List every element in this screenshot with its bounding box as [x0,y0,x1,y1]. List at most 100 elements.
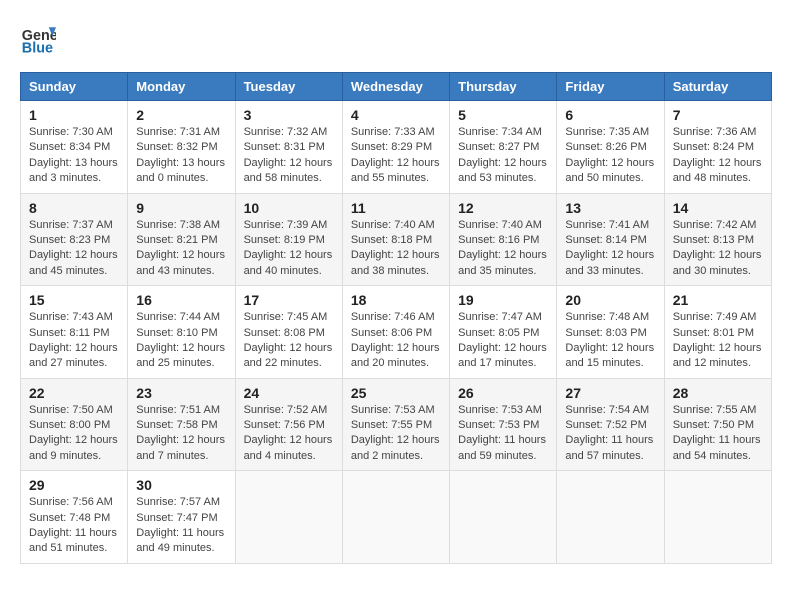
sunset-text: Sunset: 7:55 PM [351,418,441,433]
day-number: 25 [351,385,441,401]
sunset-text: Sunset: 8:24 PM [673,140,763,155]
calendar-table: SundayMondayTuesdayWednesdayThursdayFrid… [20,72,772,564]
calendar-day-cell: 1 Sunrise: 7:30 AMSunset: 8:34 PMDaylight… [21,101,128,194]
sunset-text: Sunset: 8:16 PM [458,233,548,248]
sunrise-text: Sunrise: 7:49 AM [673,310,763,325]
daylight-text: Daylight: 12 hours and 7 minutes. [136,433,226,464]
calendar-day-cell: 8 Sunrise: 7:37 AMSunset: 8:23 PMDaylight… [21,193,128,286]
day-info: Sunrise: 7:42 AMSunset: 8:13 PMDaylight:… [673,218,763,280]
day-number: 4 [351,107,441,123]
calendar-day-cell: 20 Sunrise: 7:48 AMSunset: 8:03 PMDayligh… [557,286,664,379]
calendar-day-cell: 27Sunrise: 7:54 AMSunset: 7:52 PMDayligh… [557,378,664,471]
day-number: 15 [29,292,119,308]
calendar-week-row: 15Sunrise: 7:43 AMSunset: 8:11 PMDayligh… [21,286,772,379]
sunrise-text: Sunrise: 7:45 AM [244,310,334,325]
sunrise-text: Sunrise: 7:40 AM [351,218,441,233]
svg-text:Blue: Blue [22,40,53,56]
daylight-text: Daylight: 11 hours and 51 minutes. [29,526,119,557]
day-info: Sunrise: 7:55 AMSunset: 7:50 PMDaylight:… [673,403,763,465]
calendar-day-cell: 30 Sunrise: 7:57 AMSunset: 7:47 PMDayligh… [128,471,235,564]
day-info: Sunrise: 7:40 AMSunset: 8:18 PMDaylight:… [351,218,441,280]
sunset-text: Sunset: 8:31 PM [244,140,334,155]
calendar-day-cell: 19Sunrise: 7:47 AMSunset: 8:05 PMDayligh… [450,286,557,379]
column-header-saturday: Saturday [664,73,771,101]
day-info: Sunrise: 7:51 AMSunset: 7:58 PMDaylight:… [136,403,226,465]
sunrise-text: Sunrise: 7:47 AM [458,310,548,325]
day-number: 20 [565,292,655,308]
calendar-day-cell: 24Sunrise: 7:52 AMSunset: 7:56 PMDayligh… [235,378,342,471]
logo: General Blue [20,20,60,56]
calendar-day-cell: 3 Sunrise: 7:32 AMSunset: 8:31 PMDaylight… [235,101,342,194]
daylight-text: Daylight: 12 hours and 58 minutes. [244,156,334,187]
sunset-text: Sunset: 8:06 PM [351,326,441,341]
sunset-text: Sunset: 8:08 PM [244,326,334,341]
day-number: 23 [136,385,226,401]
sunrise-text: Sunrise: 7:32 AM [244,125,334,140]
calendar-day-cell: 4Sunrise: 7:33 AMSunset: 8:29 PMDaylight… [342,101,449,194]
calendar-week-row: 29Sunrise: 7:56 AMSunset: 7:48 PMDayligh… [21,471,772,564]
sunrise-text: Sunrise: 7:55 AM [673,403,763,418]
sunrise-text: Sunrise: 7:40 AM [458,218,548,233]
daylight-text: Daylight: 12 hours and 20 minutes. [351,341,441,372]
day-number: 5 [458,107,548,123]
sunset-text: Sunset: 8:23 PM [29,233,119,248]
sunset-text: Sunset: 7:48 PM [29,511,119,526]
sunrise-text: Sunrise: 7:46 AM [351,310,441,325]
sunset-text: Sunset: 7:47 PM [136,511,226,526]
daylight-text: Daylight: 12 hours and 15 minutes. [565,341,655,372]
calendar-day-cell: 12Sunrise: 7:40 AMSunset: 8:16 PMDayligh… [450,193,557,286]
day-number: 21 [673,292,763,308]
daylight-text: Daylight: 12 hours and 45 minutes. [29,248,119,279]
sunrise-text: Sunrise: 7:50 AM [29,403,119,418]
sunset-text: Sunset: 8:03 PM [565,326,655,341]
calendar-day-cell [342,471,449,564]
day-number: 26 [458,385,548,401]
daylight-text: Daylight: 11 hours and 49 minutes. [136,526,226,557]
daylight-text: Daylight: 11 hours and 57 minutes. [565,433,655,464]
day-info: Sunrise: 7:30 AMSunset: 8:34 PMDaylight:… [29,125,119,187]
calendar-day-cell: 13Sunrise: 7:41 AMSunset: 8:14 PMDayligh… [557,193,664,286]
day-info: Sunrise: 7:31 AMSunset: 8:32 PMDaylight:… [136,125,226,187]
sunset-text: Sunset: 8:32 PM [136,140,226,155]
daylight-text: Daylight: 12 hours and 33 minutes. [565,248,655,279]
sunset-text: Sunset: 8:11 PM [29,326,119,341]
day-info: Sunrise: 7:45 AMSunset: 8:08 PMDaylight:… [244,310,334,372]
calendar-day-cell [664,471,771,564]
day-info: Sunrise: 7:40 AMSunset: 8:16 PMDaylight:… [458,218,548,280]
day-number: 3 [244,107,334,123]
day-info: Sunrise: 7:54 AMSunset: 7:52 PMDaylight:… [565,403,655,465]
sunrise-text: Sunrise: 7:56 AM [29,495,119,510]
day-info: Sunrise: 7:49 AMSunset: 8:01 PMDaylight:… [673,310,763,372]
sunrise-text: Sunrise: 7:36 AM [673,125,763,140]
day-info: Sunrise: 7:46 AMSunset: 8:06 PMDaylight:… [351,310,441,372]
day-info: Sunrise: 7:38 AMSunset: 8:21 PMDaylight:… [136,218,226,280]
sunrise-text: Sunrise: 7:48 AM [565,310,655,325]
calendar-header-row: SundayMondayTuesdayWednesdayThursdayFrid… [21,73,772,101]
day-number: 30 [136,477,226,493]
calendar-day-cell: 28Sunrise: 7:55 AMSunset: 7:50 PMDayligh… [664,378,771,471]
day-number: 1 [29,107,119,123]
daylight-text: Daylight: 12 hours and 55 minutes. [351,156,441,187]
sunset-text: Sunset: 8:34 PM [29,140,119,155]
calendar-day-cell: 25Sunrise: 7:53 AMSunset: 7:55 PMDayligh… [342,378,449,471]
daylight-text: Daylight: 12 hours and 38 minutes. [351,248,441,279]
day-number: 29 [29,477,119,493]
day-info: Sunrise: 7:37 AMSunset: 8:23 PMDaylight:… [29,218,119,280]
sunrise-text: Sunrise: 7:34 AM [458,125,548,140]
column-header-wednesday: Wednesday [342,73,449,101]
column-header-sunday: Sunday [21,73,128,101]
day-info: Sunrise: 7:57 AMSunset: 7:47 PMDaylight:… [136,495,226,557]
sunset-text: Sunset: 8:27 PM [458,140,548,155]
day-info: Sunrise: 7:47 AMSunset: 8:05 PMDaylight:… [458,310,548,372]
sunset-text: Sunset: 8:19 PM [244,233,334,248]
calendar-day-cell: 23 Sunrise: 7:51 AMSunset: 7:58 PMDayligh… [128,378,235,471]
day-number: 11 [351,200,441,216]
daylight-text: Daylight: 12 hours and 50 minutes. [565,156,655,187]
daylight-text: Daylight: 12 hours and 9 minutes. [29,433,119,464]
day-number: 8 [29,200,119,216]
calendar-day-cell: 18Sunrise: 7:46 AMSunset: 8:06 PMDayligh… [342,286,449,379]
sunset-text: Sunset: 8:18 PM [351,233,441,248]
daylight-text: Daylight: 12 hours and 4 minutes. [244,433,334,464]
day-number: 17 [244,292,334,308]
daylight-text: Daylight: 13 hours and 0 minutes. [136,156,226,187]
